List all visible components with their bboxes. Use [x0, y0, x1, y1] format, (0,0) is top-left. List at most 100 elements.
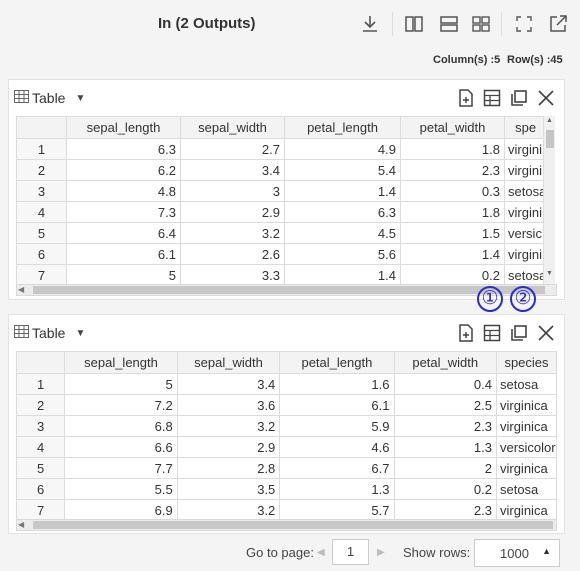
table-row[interactable]: 3 6.8 3.2 5.9 2.3 virginica: [16, 415, 557, 437]
table-cell[interactable]: 1.3: [393, 436, 497, 458]
table-cell[interactable]: 6.1: [66, 243, 181, 265]
table-cell[interactable]: 2.7: [180, 138, 285, 160]
table-cell[interactable]: 0.4: [393, 373, 497, 395]
column-header-species[interactable]: species: [495, 351, 557, 374]
table-cell[interactable]: 5.7: [279, 499, 395, 519]
scroll-left-icon[interactable]: ◀: [18, 520, 24, 530]
scroll-up-icon[interactable]: ▲: [546, 117, 553, 124]
table-row[interactable]: 3 4.8 3 1.4 0.3 setosa: [16, 180, 548, 202]
split-vertical-button[interactable]: [402, 12, 426, 36]
table-row[interactable]: 2 6.2 3.4 5.4 2.3 virgini: [16, 159, 548, 181]
table-row[interactable]: 7 6.9 3.2 5.7 2.3 virginica: [16, 499, 557, 519]
column-header-sepal-length[interactable]: sepal_length: [64, 351, 178, 374]
table-cell[interactable]: virgini: [503, 159, 548, 181]
row-index-cell[interactable]: 2: [16, 394, 66, 416]
table-cell[interactable]: setosa: [495, 478, 557, 500]
table-row[interactable]: 2 7.2 3.6 6.1 2.5 virginica: [16, 394, 557, 416]
row-index-cell[interactable]: 1: [16, 373, 66, 395]
table-cell[interactable]: virgini: [503, 201, 548, 223]
vertical-scrollbar[interactable]: ▲ ▼: [543, 116, 555, 284]
row-index-cell[interactable]: 7: [16, 499, 66, 519]
table-cell[interactable]: 2.3: [393, 499, 497, 519]
table-cell[interactable]: 3.3: [180, 264, 285, 284]
close-panel-button[interactable]: [536, 323, 556, 343]
table-cell[interactable]: 6.4: [66, 222, 181, 244]
table-cell[interactable]: 4.6: [279, 436, 395, 458]
table-cell[interactable]: versic: [503, 222, 548, 244]
table-settings-button[interactable]: [482, 88, 502, 108]
split-horizontal-button[interactable]: [437, 12, 461, 36]
rows-per-page-select[interactable]: 1000 ▲: [474, 539, 560, 567]
table-row[interactable]: 5 6.4 3.2 4.5 1.5 versic: [16, 222, 548, 244]
column-header-petal-width[interactable]: petal_width: [393, 351, 497, 374]
table-cell[interactable]: 2: [393, 457, 497, 479]
table-cell[interactable]: virginica: [495, 499, 557, 519]
row-index-cell[interactable]: 5: [16, 457, 66, 479]
table-cell[interactable]: virginica: [495, 415, 557, 437]
table-row[interactable]: 4 7.3 2.9 6.3 1.8 virgini: [16, 201, 548, 223]
row-index-cell[interactable]: 4: [16, 436, 66, 458]
table-view-selector[interactable]: Table ▼: [14, 325, 85, 341]
table-cell[interactable]: 3.2: [176, 415, 281, 437]
column-header-species[interactable]: spe: [503, 116, 548, 139]
column-header-sepal-length[interactable]: sepal_length: [66, 116, 181, 139]
table-cell[interactable]: 6.9: [64, 499, 178, 519]
horizontal-scrollbar[interactable]: ◀: [16, 284, 557, 296]
table-view-selector[interactable]: Table ▼: [14, 90, 85, 106]
row-index-cell[interactable]: 3: [16, 415, 66, 437]
table-cell[interactable]: 3: [180, 180, 285, 202]
table-settings-button[interactable]: [482, 323, 502, 343]
close-panel-button[interactable]: [536, 88, 556, 108]
table-cell[interactable]: 7.2: [64, 394, 178, 416]
table-cell[interactable]: 7.3: [66, 201, 181, 223]
row-index-cell[interactable]: 1: [16, 138, 67, 160]
table-cell[interactable]: 3.2: [180, 222, 285, 244]
table-cell[interactable]: setosa: [503, 264, 548, 284]
table-cell[interactable]: 5: [64, 373, 178, 395]
column-header-petal-width[interactable]: petal_width: [400, 116, 505, 139]
table-cell[interactable]: setosa: [495, 373, 557, 395]
page-number-input[interactable]: 1: [332, 539, 369, 565]
table-cell[interactable]: 6.7: [279, 457, 395, 479]
table-cell[interactable]: 4.5: [284, 222, 401, 244]
table-cell[interactable]: 6.2: [66, 159, 181, 181]
scroll-down-icon[interactable]: ▼: [546, 270, 553, 277]
table-row[interactable]: 4 6.6 2.9 4.6 1.3 versicolor: [16, 436, 557, 458]
table-cell[interactable]: 0.2: [393, 478, 497, 500]
table-cell[interactable]: 6.8: [64, 415, 178, 437]
table-cell[interactable]: 0.3: [400, 180, 505, 202]
new-file-button[interactable]: [456, 323, 476, 343]
table-cell[interactable]: 2.9: [176, 436, 281, 458]
row-index-cell[interactable]: 6: [16, 478, 66, 500]
column-header-petal-length[interactable]: petal_length: [279, 351, 395, 374]
new-file-button[interactable]: [456, 88, 476, 108]
table-cell[interactable]: 1.8: [400, 201, 505, 223]
row-index-cell[interactable]: 5: [16, 222, 67, 244]
row-index-cell[interactable]: 3: [16, 180, 67, 202]
copy-button[interactable]: [509, 323, 529, 343]
column-header-sepal-width[interactable]: sepal_width: [176, 351, 281, 374]
table-cell[interactable]: 3.2: [176, 499, 281, 519]
table-cell[interactable]: 5.9: [279, 415, 395, 437]
table-cell[interactable]: virgini: [503, 243, 548, 265]
table-cell[interactable]: 5.6: [284, 243, 401, 265]
table-cell[interactable]: virgini: [503, 138, 548, 160]
open-external-button[interactable]: [546, 12, 570, 36]
scroll-left-icon[interactable]: ◀: [18, 285, 24, 295]
table-row[interactable]: 5 7.7 2.8 6.7 2 virginica: [16, 457, 557, 479]
copy-button[interactable]: [509, 88, 529, 108]
table-cell[interactable]: 1.4: [284, 264, 401, 284]
table-cell[interactable]: setosa: [503, 180, 548, 202]
next-page-icon[interactable]: ▶: [377, 547, 385, 558]
column-header-petal-length[interactable]: petal_length: [284, 116, 401, 139]
table-cell[interactable]: 7.7: [64, 457, 178, 479]
row-index-cell[interactable]: 6: [16, 243, 67, 265]
table-cell[interactable]: 0.2: [400, 264, 505, 284]
table-row[interactable]: 1 6.3 2.7 4.9 1.8 virgini: [16, 138, 548, 160]
table-cell[interactable]: 1.8: [400, 138, 505, 160]
prev-page-icon[interactable]: ◀: [317, 547, 325, 558]
horizontal-scroll-thumb[interactable]: [33, 286, 545, 294]
download-button[interactable]: [358, 12, 382, 36]
table-row[interactable]: 6 5.5 3.5 1.3 0.2 setosa: [16, 478, 557, 500]
vertical-scroll-thumb[interactable]: [546, 130, 554, 148]
